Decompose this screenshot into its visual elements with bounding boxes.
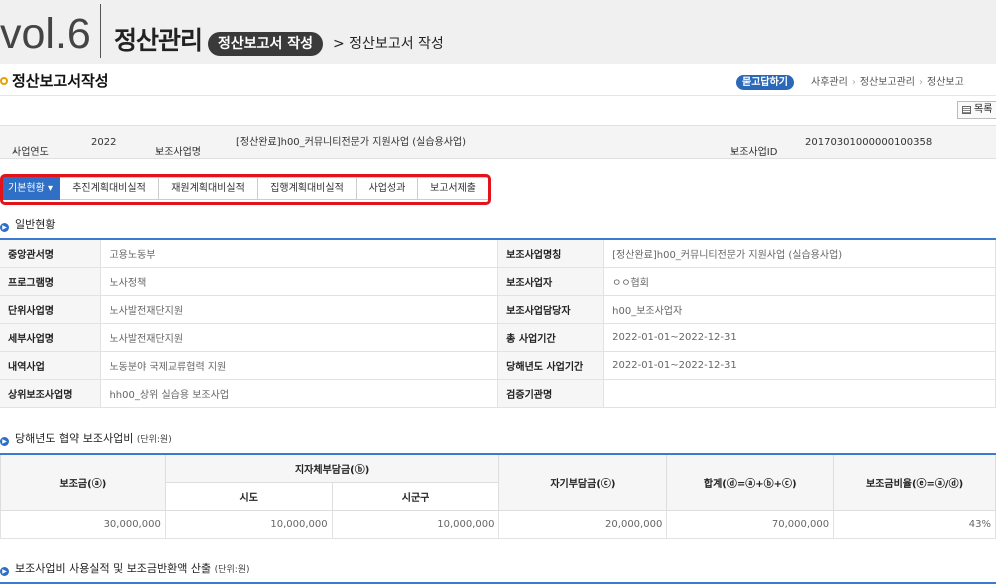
project-info-bar: • 사업연도 2022 • 보조사업명 [정산완료]h00_커뮤니티전문가 지원사업… xyxy=(0,125,996,159)
col-self-share: 자기부담금(ⓒ) xyxy=(498,453,668,511)
row-label: 검증기관명 xyxy=(497,379,605,408)
table-row: 단위사업명 노사발전재단지원 보조사업담당자 h00_보조사업자 xyxy=(0,295,996,324)
row-label: 상위보조사업명 xyxy=(0,379,102,408)
col-city: 시도 xyxy=(164,481,333,511)
row-value xyxy=(603,379,996,408)
cell-self: 20,000,000 xyxy=(498,509,668,539)
row-value: 노사정책 xyxy=(100,267,499,296)
cell-district: 10,000,000 xyxy=(331,509,500,539)
row-value: 노사발전재단지원 xyxy=(100,295,499,324)
usage-heading: ▶ 보조사업비 사용실적 및 보조금반환액 산출 (단위:원) xyxy=(0,562,250,577)
general-info-table: 중앙관서명 고용노동부 보조사업명칭 [정산완료]h00_커뮤니티전문가 지원사… xyxy=(0,238,996,408)
project-value: [정산완료]h00_커뮤니티전문가 지원사업 (실습용사업) xyxy=(236,137,467,148)
table-row: 중앙관서명 고용노동부 보조사업명칭 [정산완료]h00_커뮤니티전문가 지원사… xyxy=(0,239,996,268)
breadcrumb-item[interactable]: 정산보고 xyxy=(927,77,964,88)
chevron-right-icon: ▶ xyxy=(0,437,9,446)
chevron-right-icon: ▶ xyxy=(0,223,9,232)
ask-question-button[interactable]: 묻고답하기 xyxy=(736,75,794,90)
table-row: 내역사업 노동분야 국제교류협력 지원 당해년도 사업기간 2022-01-01… xyxy=(0,351,996,380)
row-label: 보조사업담당자 xyxy=(497,295,605,324)
row-label: 보조사업자 xyxy=(497,267,605,296)
row-value: 노사발전재단지원 xyxy=(100,323,499,352)
budget-heading: ▶ 당해년도 협약 보조사업비 (단위:원) xyxy=(0,432,172,447)
banner-subtitle: > 정산보고서 작성 xyxy=(333,36,444,52)
list-button-label: 목록 xyxy=(974,104,993,115)
row-value: 노동분야 국제교류협력 지원 xyxy=(100,351,499,380)
row-label: 보조사업명칭 xyxy=(497,239,605,268)
col-subsidy-ratio: 보조금비율(ⓔ=ⓐ/ⓓ) xyxy=(833,453,996,511)
row-label: 프로그램명 xyxy=(0,267,102,296)
col-district: 시군구 xyxy=(331,481,500,511)
row-value: hh00_상위 실습용 보조사업 xyxy=(100,379,499,408)
breadcrumb-item[interactable]: 사후관리 xyxy=(811,77,848,88)
row-label: 내역사업 xyxy=(0,351,102,380)
row-value: 2022-01-01~2022-12-31 xyxy=(603,351,996,380)
row-label: 총 사업기간 xyxy=(497,323,605,352)
table-row: 30,000,000 10,000,000 10,000,000 20,000,… xyxy=(0,509,996,539)
breadcrumb: 사후관리 › 정산보고관리 › 정산보고 xyxy=(811,77,964,88)
row-value: 2022-01-01~2022-12-31 xyxy=(603,323,996,352)
title-bullet-icon xyxy=(0,77,8,85)
cell-total: 70,000,000 xyxy=(666,509,835,539)
list-icon xyxy=(962,106,971,114)
breadcrumb-item[interactable]: 정산보고관리 xyxy=(860,77,915,88)
table-row: 상위보조사업명 hh00_상위 실습용 보조사업 검증기관명 xyxy=(0,379,996,408)
banner-divider xyxy=(100,4,101,58)
row-value: [정산완료]h00_커뮤니티전문가 지원사업 (실습용사업) xyxy=(603,239,996,268)
banner-pill: 정산보고서 작성 xyxy=(208,32,324,56)
row-label: 세부사업명 xyxy=(0,323,102,352)
cell-ratio: 43% xyxy=(833,509,996,539)
col-subsidy: 보조금(ⓐ) xyxy=(0,453,166,511)
usage-table-top-border xyxy=(0,582,996,584)
row-label: 단위사업명 xyxy=(0,295,102,324)
general-heading: ▶ 일반현황 xyxy=(0,218,55,232)
col-local-share: 지자체부담금(ⓑ) xyxy=(164,453,500,483)
row-label: 중앙관서명 xyxy=(0,239,102,268)
table-row: 프로그램명 노사정책 보조사업자 ㅇㅇ협회 xyxy=(0,267,996,296)
year-value: 2022 xyxy=(91,137,117,148)
banner-title: 정산관리 xyxy=(114,26,203,55)
tutorial-banner: vol.6 정산관리 정산보고서 작성 > 정산보고서 작성 xyxy=(0,0,996,64)
cell-city: 10,000,000 xyxy=(164,509,333,539)
page-header: 정산보고서작성 묻고답하기 사후관리 › 정산보고관리 › 정산보고 xyxy=(0,66,996,96)
table-row: 세부사업명 노사발전재단지원 총 사업기간 2022-01-01~2022-12… xyxy=(0,323,996,352)
row-value: ㅇㅇ협회 xyxy=(603,267,996,296)
list-button[interactable]: 목록 xyxy=(957,101,996,119)
project-id-value: 20170301000000100358 xyxy=(805,137,933,148)
budget-table: 보조금(ⓐ) 지자체부담금(ⓑ) 자기부담금(ⓒ) 합계(ⓓ=ⓐ+ⓑ+ⓒ) 보조… xyxy=(0,453,996,539)
row-label: 당해년도 사업기간 xyxy=(497,351,605,380)
cell-subsidy: 30,000,000 xyxy=(0,509,166,539)
table-header-row: 보조금(ⓐ) 지자체부담금(ⓑ) 자기부담금(ⓒ) 합계(ⓓ=ⓐ+ⓑ+ⓒ) 보조… xyxy=(0,453,996,511)
page-title: 정산보고서작성 xyxy=(12,72,109,90)
volume-label: vol.6 xyxy=(0,10,91,58)
tab-highlight-box xyxy=(0,174,491,205)
row-value: h00_보조사업자 xyxy=(603,295,996,324)
chevron-right-icon: ▶ xyxy=(0,567,9,576)
col-total: 합계(ⓓ=ⓐ+ⓑ+ⓒ) xyxy=(666,453,835,511)
row-value: 고용노동부 xyxy=(100,239,499,268)
